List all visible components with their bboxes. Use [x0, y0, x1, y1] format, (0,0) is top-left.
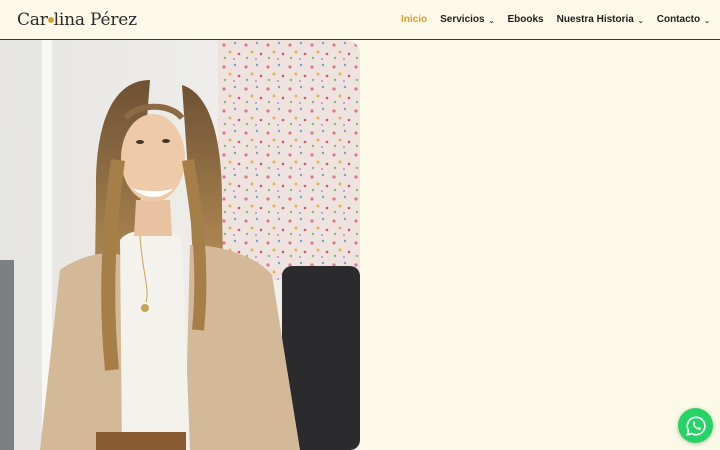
whatsapp-button[interactable] — [678, 408, 713, 443]
main-nav: Inicio Servicios ⌄ Ebooks Nuestra Histor… — [401, 14, 720, 25]
chevron-down-icon: ⌄ — [704, 17, 710, 25]
chevron-down-icon: ⌄ — [488, 17, 495, 25]
nav-item-servicios[interactable]: Servicios ⌄ — [440, 14, 494, 25]
nav-item-label: Servicios — [440, 14, 485, 25]
nav-item-contacto[interactable]: Contacto ⌄ — [657, 14, 710, 25]
nav-item-label: Inicio — [401, 14, 428, 25]
nav-item-label: Nuestra Historia — [556, 14, 634, 25]
chevron-down-icon: ⌄ — [637, 17, 644, 25]
woman-portrait-photo — [0, 40, 360, 450]
nav-item-label: Ebooks — [507, 14, 544, 25]
brand-logo[interactable]: Car lina Pérez — [17, 10, 137, 30]
nav-item-nuestra-historia[interactable]: Nuestra Historia ⌄ — [557, 14, 644, 25]
brand-name-start: Car — [17, 10, 48, 30]
hero-photo — [0, 40, 360, 450]
nav-item-ebooks[interactable]: Ebooks — [507, 14, 543, 25]
nav-item-label: Contacto — [656, 14, 701, 25]
brand-name-end: lina Pérez — [53, 10, 137, 30]
site-header: Car lina Pérez Inicio Servicios ⌄ Ebooks … — [0, 0, 720, 40]
whatsapp-icon — [685, 415, 706, 436]
nav-item-inicio[interactable]: Inicio — [401, 14, 427, 25]
